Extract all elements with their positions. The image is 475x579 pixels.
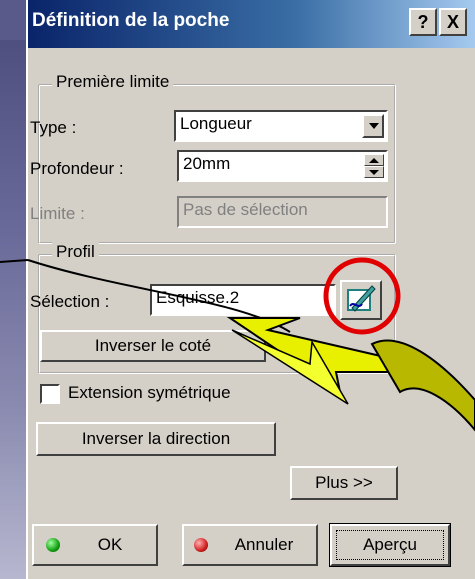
olive-arrow-icon (370, 339, 475, 432)
callout-line (0, 259, 29, 263)
annotation-overlay (0, 259, 475, 432)
